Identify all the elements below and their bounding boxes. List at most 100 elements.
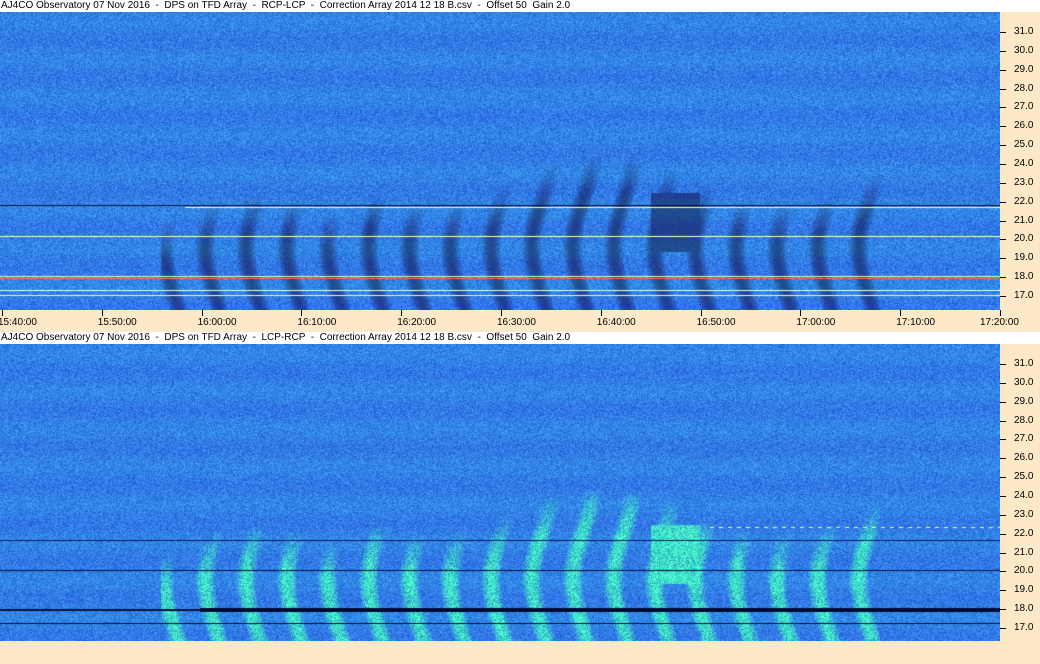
- freq-tick-label: 20.0: [1014, 565, 1034, 577]
- freq-tick-28.0: 28.0: [1000, 415, 1040, 427]
- freq-tick-mark: [1000, 69, 1006, 71]
- freq-tick-25.0: 25.0: [1000, 471, 1040, 483]
- freq-tick-24.0: 24.0: [1000, 490, 1040, 502]
- freq-tick-20.0: 20.0: [1000, 233, 1040, 245]
- freq-tick-label: 23.0: [1014, 508, 1034, 520]
- time-tick-mark: [501, 310, 502, 316]
- freq-tick-label: 26.0: [1014, 452, 1034, 464]
- freq-tick-label: 29.0: [1014, 395, 1034, 407]
- freq-tick-mark: [1000, 182, 1006, 184]
- freq-tick-label: 19.0: [1014, 584, 1034, 596]
- panel-2-title: AJ4CO Observatory 07 Nov 2016 - DPS on T…: [0, 332, 1040, 344]
- freq-tick-21.0: 21.0: [1000, 215, 1040, 227]
- freq-tick-label: 27.0: [1014, 433, 1034, 445]
- freq-tick-18.0: 18.0: [1000, 271, 1040, 283]
- time-tick-label: 16:00:00: [197, 317, 237, 328]
- freq-tick-mark: [1000, 590, 1006, 592]
- freq-tick-17.0: 17.0: [1000, 622, 1040, 634]
- time-axis: 15:40:00 15:50:00 16:00:00 16:10:00 16:20:00…: [0, 310, 1040, 330]
- freq-tick-mark: [1000, 609, 1006, 611]
- freq-tick-label: 21.0: [1014, 214, 1034, 226]
- freq-tick-31.0: 31.0: [1000, 26, 1040, 38]
- freq-tick-mark: [1000, 163, 1006, 165]
- time-tick-label: 15:40:00: [0, 317, 37, 328]
- freq-tick-mark: [1000, 382, 1006, 384]
- freq-tick-label: 25.0: [1014, 471, 1034, 483]
- time-tick-mark: [700, 310, 702, 316]
- freq-tick-mark: [1000, 552, 1006, 554]
- freq-tick-mark: [1000, 364, 1006, 365]
- freq-tick-29.0: 29.0: [1000, 396, 1040, 408]
- time-tick-mark: [201, 310, 203, 316]
- freq-tick-27.0: 27.0: [1000, 101, 1040, 113]
- frequency-axis-2: 31.0 30.0 29.0 28.0 27.0 26.0 25.0 24.0 23.0 22.0…: [1000, 344, 1040, 641]
- spectrogram-lcp-rcp[interactable]: [0, 344, 1000, 641]
- freq-tick-label: 30.0: [1014, 44, 1034, 56]
- freq-tick-label: 24.0: [1014, 157, 1034, 169]
- freq-tick-31.0: 31.0: [1000, 358, 1040, 370]
- time-tick-mark: [900, 310, 902, 316]
- time-tick-mark: [1000, 310, 1001, 316]
- freq-tick-label: 21.0: [1014, 546, 1034, 558]
- freq-tick-26.0: 26.0: [1000, 452, 1040, 464]
- freq-tick-mark: [1000, 495, 1006, 497]
- freq-tick-label: 29.0: [1014, 63, 1034, 75]
- freq-tick-17.0: 17.0: [1000, 290, 1040, 302]
- freq-tick-label: 19.0: [1014, 252, 1034, 264]
- freq-tick-25.0: 25.0: [1000, 139, 1040, 151]
- freq-tick-mark: [1000, 201, 1006, 203]
- time-tick-label: 17:10:00: [896, 317, 936, 328]
- freq-tick-label: 28.0: [1014, 414, 1034, 426]
- freq-tick-mark: [1000, 88, 1006, 90]
- freq-tick-label: 17.0: [1014, 621, 1034, 633]
- freq-tick-mark: [1000, 458, 1006, 460]
- freq-tick-18.0: 18.0: [1000, 603, 1040, 615]
- freq-tick-label: 22.0: [1014, 527, 1034, 539]
- freq-tick-label: 24.0: [1014, 489, 1034, 501]
- freq-tick-mark: [1000, 514, 1006, 516]
- freq-tick-mark: [1000, 126, 1006, 128]
- freq-tick-22.0: 22.0: [1000, 196, 1040, 208]
- time-tick-mark: [2, 310, 3, 316]
- freq-tick-label: 28.0: [1014, 82, 1034, 94]
- panel-1-title: AJ4CO Observatory 07 Nov 2016 - DPS on T…: [0, 0, 1040, 12]
- freq-tick-mark: [1000, 50, 1006, 52]
- freq-tick-30.0: 30.0: [1000, 377, 1040, 389]
- freq-tick-label: 25.0: [1014, 139, 1034, 151]
- freq-tick-21.0: 21.0: [1000, 547, 1040, 559]
- freq-tick-mark: [1000, 32, 1006, 33]
- freq-tick-20.0: 20.0: [1000, 565, 1040, 577]
- freq-tick-29.0: 29.0: [1000, 64, 1040, 76]
- freq-tick-label: 30.0: [1014, 376, 1034, 388]
- freq-tick-19.0: 19.0: [1000, 584, 1040, 596]
- time-tick-label: 16:30:00: [497, 317, 536, 328]
- freq-tick-mark: [1000, 571, 1006, 573]
- freq-tick-mark: [1000, 145, 1006, 147]
- time-tick-label: 17:00:00: [796, 317, 836, 328]
- freq-tick-mark: [1000, 439, 1006, 441]
- freq-tick-label: 26.0: [1014, 120, 1034, 132]
- time-tick-label: 16:40:00: [596, 317, 636, 328]
- frequency-axis-1: 31.0 30.0 29.0 28.0 27.0 26.0 25.0 24.0 23.0 22.0…: [1000, 12, 1040, 310]
- freq-tick-mark: [1000, 533, 1006, 535]
- freq-tick-mark: [1000, 295, 1006, 297]
- time-tick-label: 16:50:00: [696, 317, 736, 328]
- freq-tick-23.0: 23.0: [1000, 177, 1040, 189]
- freq-tick-mark: [1000, 420, 1006, 422]
- freq-tick-mark: [1000, 401, 1006, 403]
- time-tick-label: 16:20:00: [397, 317, 437, 328]
- freq-tick-26.0: 26.0: [1000, 120, 1040, 132]
- time-tick-mark: [301, 310, 303, 316]
- time-tick-label: 15:50:00: [97, 317, 137, 328]
- time-tick-label: 16:10:00: [297, 317, 337, 328]
- freq-tick-mark: [1000, 477, 1006, 479]
- freq-tick-mark: [1000, 239, 1006, 241]
- time-tick-mark: [800, 310, 802, 316]
- freq-tick-label: 23.0: [1014, 176, 1034, 188]
- freq-tick-label: 22.0: [1014, 195, 1034, 207]
- freq-tick-19.0: 19.0: [1000, 252, 1040, 264]
- time-tick-mark: [101, 310, 103, 316]
- freq-tick-label: 27.0: [1014, 101, 1034, 113]
- spectrogram-rcp-lcp[interactable]: [0, 12, 1000, 310]
- bottom-strip: [0, 641, 1040, 664]
